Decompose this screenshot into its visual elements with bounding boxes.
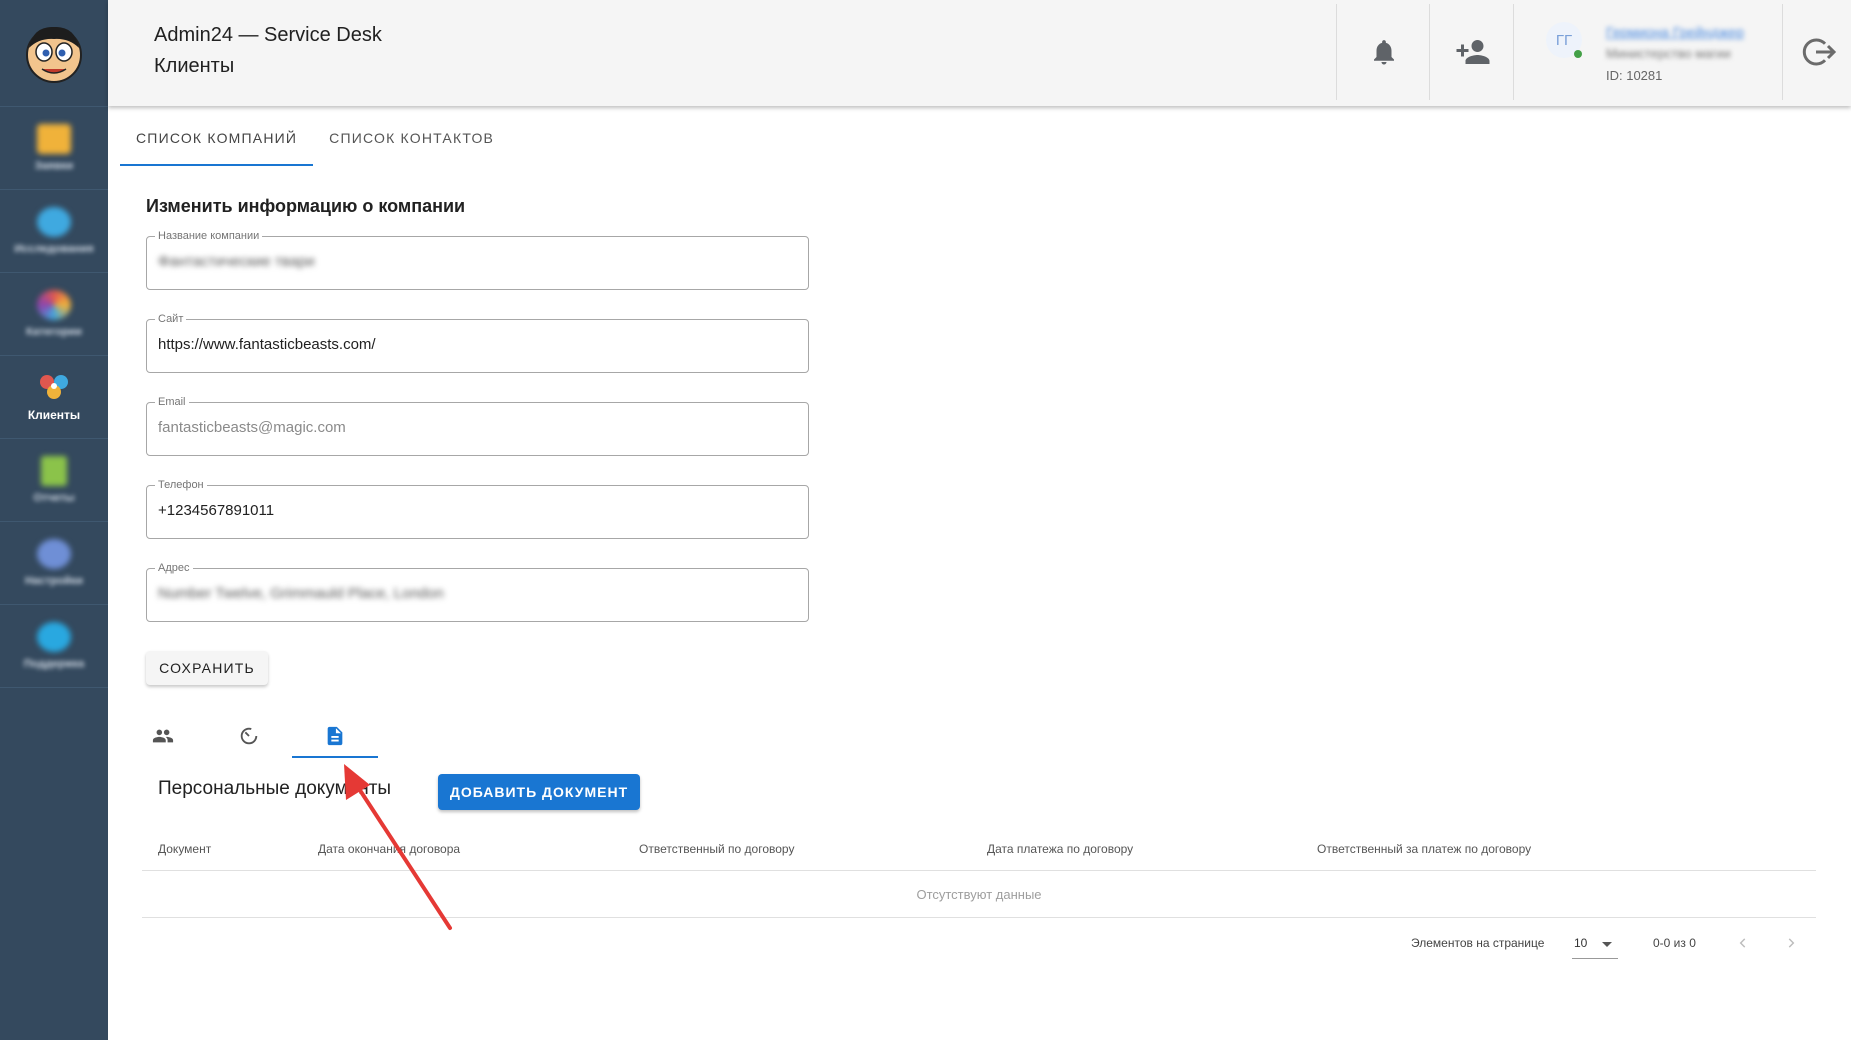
palette-icon bbox=[37, 290, 71, 320]
user-profile[interactable]: ГГ Гермиона Грейнджер Министерство магии… bbox=[1544, 20, 1784, 90]
company-name-field[interactable]: Название компании Фантастические твари bbox=[146, 229, 809, 290]
user-name-link[interactable]: Гермиона Грейнджер bbox=[1606, 24, 1744, 40]
logout-button[interactable] bbox=[1797, 30, 1841, 74]
site-input[interactable] bbox=[158, 336, 798, 353]
support-icon bbox=[37, 622, 71, 652]
sidebar-item-label: Исследования bbox=[14, 243, 94, 255]
sidebar-item-label: Настройки bbox=[24, 575, 84, 587]
site-label: Сайт bbox=[155, 312, 187, 326]
per-page-value: 10 bbox=[1574, 936, 1588, 950]
column-header[interactable]: Документ bbox=[158, 842, 211, 856]
per-page-label: Элементов на странице bbox=[1411, 936, 1545, 950]
detail-icon-tabs bbox=[120, 716, 378, 758]
chevron-down-icon bbox=[1602, 942, 1612, 947]
chevron-right-icon bbox=[1788, 938, 1795, 948]
column-header[interactable]: Ответственный по договору bbox=[639, 842, 794, 856]
globe-icon bbox=[37, 207, 71, 237]
sidebar-item-label: Поддержка bbox=[23, 658, 85, 670]
address-label: Адрес bbox=[155, 561, 193, 575]
per-page-select[interactable]: 10 bbox=[1572, 930, 1618, 959]
sidebar-item-reports[interactable]: Отчеты bbox=[0, 439, 108, 522]
logo-face-icon bbox=[26, 26, 82, 83]
report-icon bbox=[41, 456, 67, 486]
column-header[interactable]: Ответственный за платеж по договору bbox=[1317, 842, 1531, 856]
tab-documents-icon[interactable] bbox=[292, 716, 378, 758]
company-name-label: Название компании bbox=[155, 229, 263, 243]
column-header[interactable]: Дата окончания договора bbox=[318, 842, 460, 856]
phone-label: Телефон bbox=[155, 478, 207, 492]
people-icon bbox=[152, 729, 174, 743]
sidebar: Заявки Исследования Категории Клиенты От… bbox=[0, 0, 108, 1040]
email-input[interactable] bbox=[158, 419, 798, 436]
column-header[interactable]: Дата платежа по договору bbox=[987, 842, 1133, 856]
notifications-button[interactable] bbox=[1362, 30, 1406, 74]
tab-history-icon[interactable] bbox=[206, 716, 292, 756]
email-label: Email bbox=[155, 395, 189, 409]
email-field[interactable]: Email bbox=[146, 395, 809, 456]
document-icon bbox=[327, 726, 343, 746]
gear-icon bbox=[37, 539, 71, 569]
header-divider bbox=[1513, 4, 1514, 100]
top-header: Admin24 — Service Desk Клиенты ГГ Гермио… bbox=[108, 0, 1851, 106]
sidebar-item-clients[interactable]: Клиенты bbox=[0, 356, 108, 439]
folder-icon bbox=[37, 124, 71, 154]
chevron-left-icon bbox=[1739, 938, 1746, 948]
sidebar-item-categories[interactable]: Категории bbox=[0, 273, 108, 356]
address-field[interactable]: Адрес Number Twelve, Grimmauld Place, Lo… bbox=[146, 561, 809, 622]
add-user-button[interactable] bbox=[1451, 30, 1495, 74]
phone-input[interactable] bbox=[158, 502, 798, 519]
page-range: 0-0 из 0 bbox=[1653, 936, 1696, 950]
tab-companies[interactable]: СПИСОК КОМПАНИЙ bbox=[120, 120, 314, 166]
add-document-button[interactable]: ДОБАВИТЬ ДОКУМЕНТ bbox=[438, 774, 640, 810]
sidebar-item-research[interactable]: Исследования bbox=[0, 190, 108, 273]
documents-title: Персональные документы bbox=[158, 778, 392, 799]
documents-table: Документ Дата окончания договора Ответст… bbox=[142, 830, 1816, 918]
logout-icon bbox=[1802, 38, 1837, 66]
header-titles: Admin24 — Service Desk Клиенты bbox=[154, 24, 382, 78]
user-role: Министерство магии bbox=[1606, 46, 1731, 61]
table-header: Документ Дата окончания договора Ответст… bbox=[142, 830, 1816, 871]
tab-contacts[interactable]: СПИСОК КОНТАКТОВ bbox=[313, 120, 510, 164]
user-id: ID: 10281 bbox=[1606, 68, 1663, 83]
add-user-icon bbox=[1456, 40, 1490, 64]
sidebar-item-label: Отчеты bbox=[33, 492, 75, 504]
site-field[interactable]: Сайт bbox=[146, 312, 809, 373]
timer-icon bbox=[240, 727, 258, 745]
next-page-button[interactable] bbox=[1776, 928, 1806, 958]
save-button[interactable]: СОХРАНИТЬ bbox=[146, 651, 268, 685]
bell-icon bbox=[1374, 40, 1394, 65]
tab-contacts-icon[interactable] bbox=[120, 716, 206, 756]
header-divider bbox=[1782, 4, 1783, 100]
client-tabs: СПИСОК КОМПАНИЙ СПИСОК КОНТАКТОВ bbox=[120, 120, 510, 166]
empty-state: Отсутствуют данные bbox=[142, 871, 1816, 918]
phone-field[interactable]: Телефон bbox=[146, 478, 809, 539]
sidebar-item-settings[interactable]: Настройки bbox=[0, 522, 108, 605]
app-logo[interactable] bbox=[0, 0, 108, 107]
sidebar-item-label: Клиенты bbox=[27, 408, 81, 422]
sidebar-item-label: Заявки bbox=[34, 160, 74, 172]
header-divider bbox=[1336, 4, 1337, 100]
sidebar-item-requests[interactable]: Заявки bbox=[0, 107, 108, 190]
app-title: Admin24 — Service Desk bbox=[154, 24, 382, 46]
form-title: Изменить информацию о компании bbox=[146, 196, 466, 216]
sidebar-item-label: Категории bbox=[26, 326, 82, 338]
company-name-value: Фантастические твари bbox=[158, 253, 315, 270]
clients-icon bbox=[40, 375, 68, 399]
sidebar-item-support[interactable]: Поддержка bbox=[0, 605, 108, 688]
online-status-dot bbox=[1574, 50, 1582, 58]
header-divider bbox=[1429, 4, 1430, 100]
address-value: Number Twelve, Grimmauld Place, London bbox=[158, 585, 444, 602]
page-title: Клиенты bbox=[154, 55, 235, 77]
prev-page-button[interactable] bbox=[1728, 928, 1758, 958]
